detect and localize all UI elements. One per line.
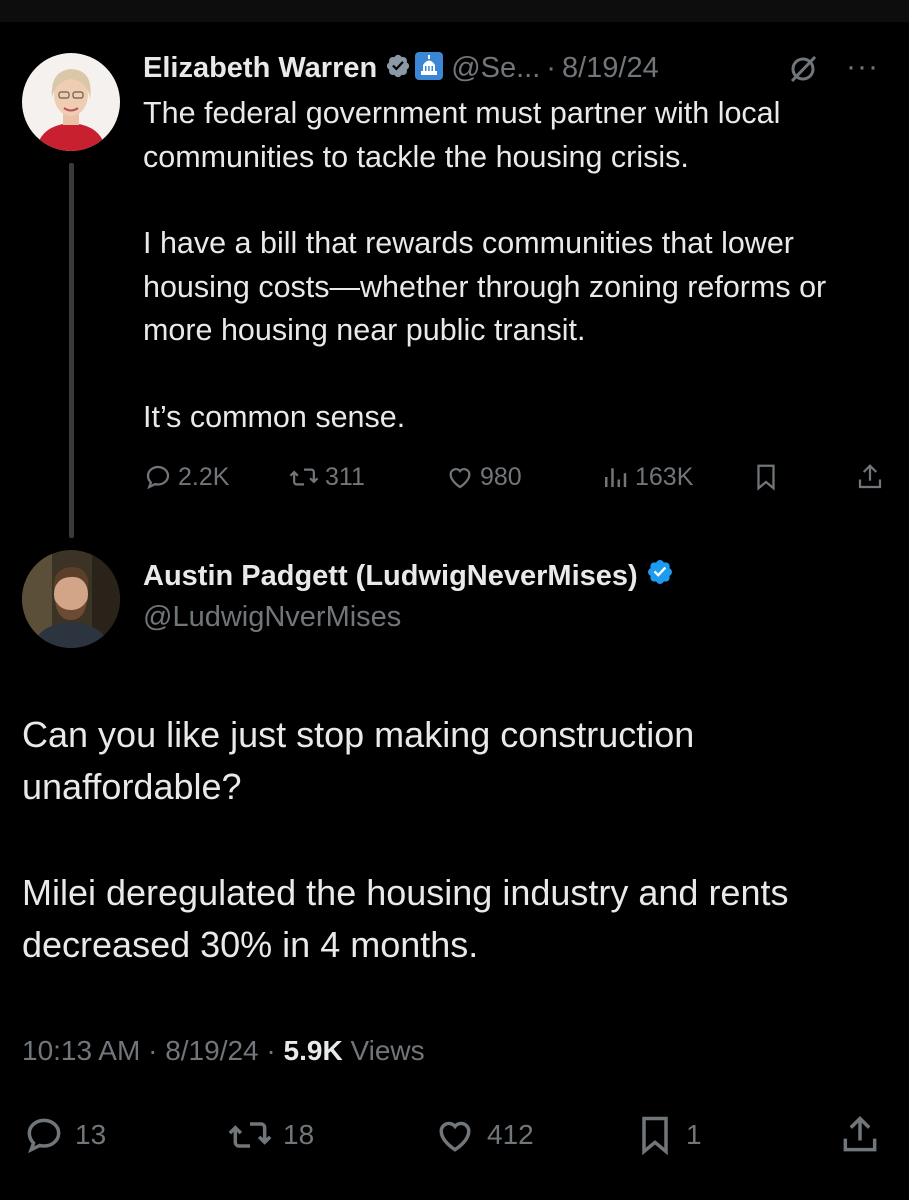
views-count: 163K [635, 462, 694, 491]
like-icon [449, 468, 471, 489]
repost-button[interactable]: 18 [226, 1110, 314, 1160]
reply-icon [27, 1118, 61, 1154]
verified-badge-icon [385, 53, 411, 84]
bookmark-count: 1 [686, 1119, 702, 1150]
repost-icon [289, 468, 319, 486]
separator: · [546, 51, 556, 84]
reply-button[interactable]: 13 [22, 1110, 106, 1160]
tweet-paragraph: It’s common sense. [143, 399, 406, 434]
top-bar [0, 0, 909, 22]
repost-count: 311 [325, 462, 365, 491]
tweet-date[interactable]: 8/19/24 [165, 1035, 258, 1066]
views-icon [605, 468, 627, 487]
repost-button[interactable]: 311 [288, 455, 365, 499]
reply-tweet-text: Can you like just stop making constructi… [22, 709, 892, 971]
tweet-paragraph: Can you like just stop making constructi… [22, 714, 695, 807]
avatar-austin-padgett[interactable] [22, 550, 120, 648]
like-count: 412 [487, 1119, 534, 1150]
parent-tweet-header: Elizabeth Warren @Se... · 8/19/24 [143, 48, 659, 88]
repost-icon [228, 1122, 272, 1148]
avatar-elizabeth-warren[interactable] [22, 53, 120, 151]
bookmark-button[interactable]: 1 [633, 1110, 702, 1160]
reply-icon [146, 465, 170, 490]
like-count: 980 [480, 462, 522, 491]
grok-icon[interactable] [786, 52, 820, 91]
reply-button[interactable]: 2.2K [143, 455, 229, 499]
tweet-paragraph: Milei deregulated the housing industry a… [22, 872, 789, 965]
more-options-icon[interactable]: ··· [846, 50, 879, 84]
author-handle[interactable]: @Se... [451, 52, 540, 85]
reply-author-header: Austin Padgett (LudwigNeverMises) [143, 558, 674, 594]
separator: · [266, 1035, 276, 1066]
tweet-date[interactable]: 8/19/24 [562, 52, 659, 85]
capitol-icon [415, 51, 444, 85]
separator: · [148, 1035, 158, 1066]
reply-count: 13 [75, 1119, 107, 1150]
share-icon[interactable] [838, 1110, 891, 1160]
tweet-paragraph: The federal government must partner with… [143, 96, 781, 174]
views-button[interactable]: 163K [600, 455, 693, 499]
reply-count: 2.2K [178, 462, 230, 491]
reply-tweet-actions: 13 18 412 1 [0, 1110, 909, 1160]
repost-count: 18 [283, 1119, 315, 1150]
reply-author-handle[interactable]: @LudwigNverMises [143, 601, 401, 634]
like-button[interactable]: 412 [432, 1110, 534, 1160]
thread-line [69, 163, 74, 538]
verified-badge-icon [646, 558, 674, 594]
tweet-paragraph: I have a bill that rewards communities t… [143, 226, 827, 347]
bookmark-icon [642, 1116, 668, 1156]
bookmark-icon[interactable] [751, 455, 786, 499]
parent-tweet-metrics: 2.2K 311 980 163K [143, 455, 888, 499]
reply-author-name[interactable]: Austin Padgett (LudwigNeverMises) [143, 560, 638, 593]
tweet-time[interactable]: 10:13 AM [22, 1035, 140, 1066]
like-icon [439, 1121, 471, 1152]
author-name[interactable]: Elizabeth Warren [143, 52, 377, 85]
tweet-meta: 10:13 AM · 8/19/24 · 5.9K Views [22, 1035, 425, 1067]
views-count[interactable]: 5.9K [284, 1035, 343, 1066]
share-icon[interactable] [855, 455, 890, 499]
views-label[interactable]: Views [350, 1035, 424, 1066]
like-button[interactable]: 980 [445, 455, 522, 499]
parent-tweet-text: The federal government must partner with… [143, 92, 893, 439]
